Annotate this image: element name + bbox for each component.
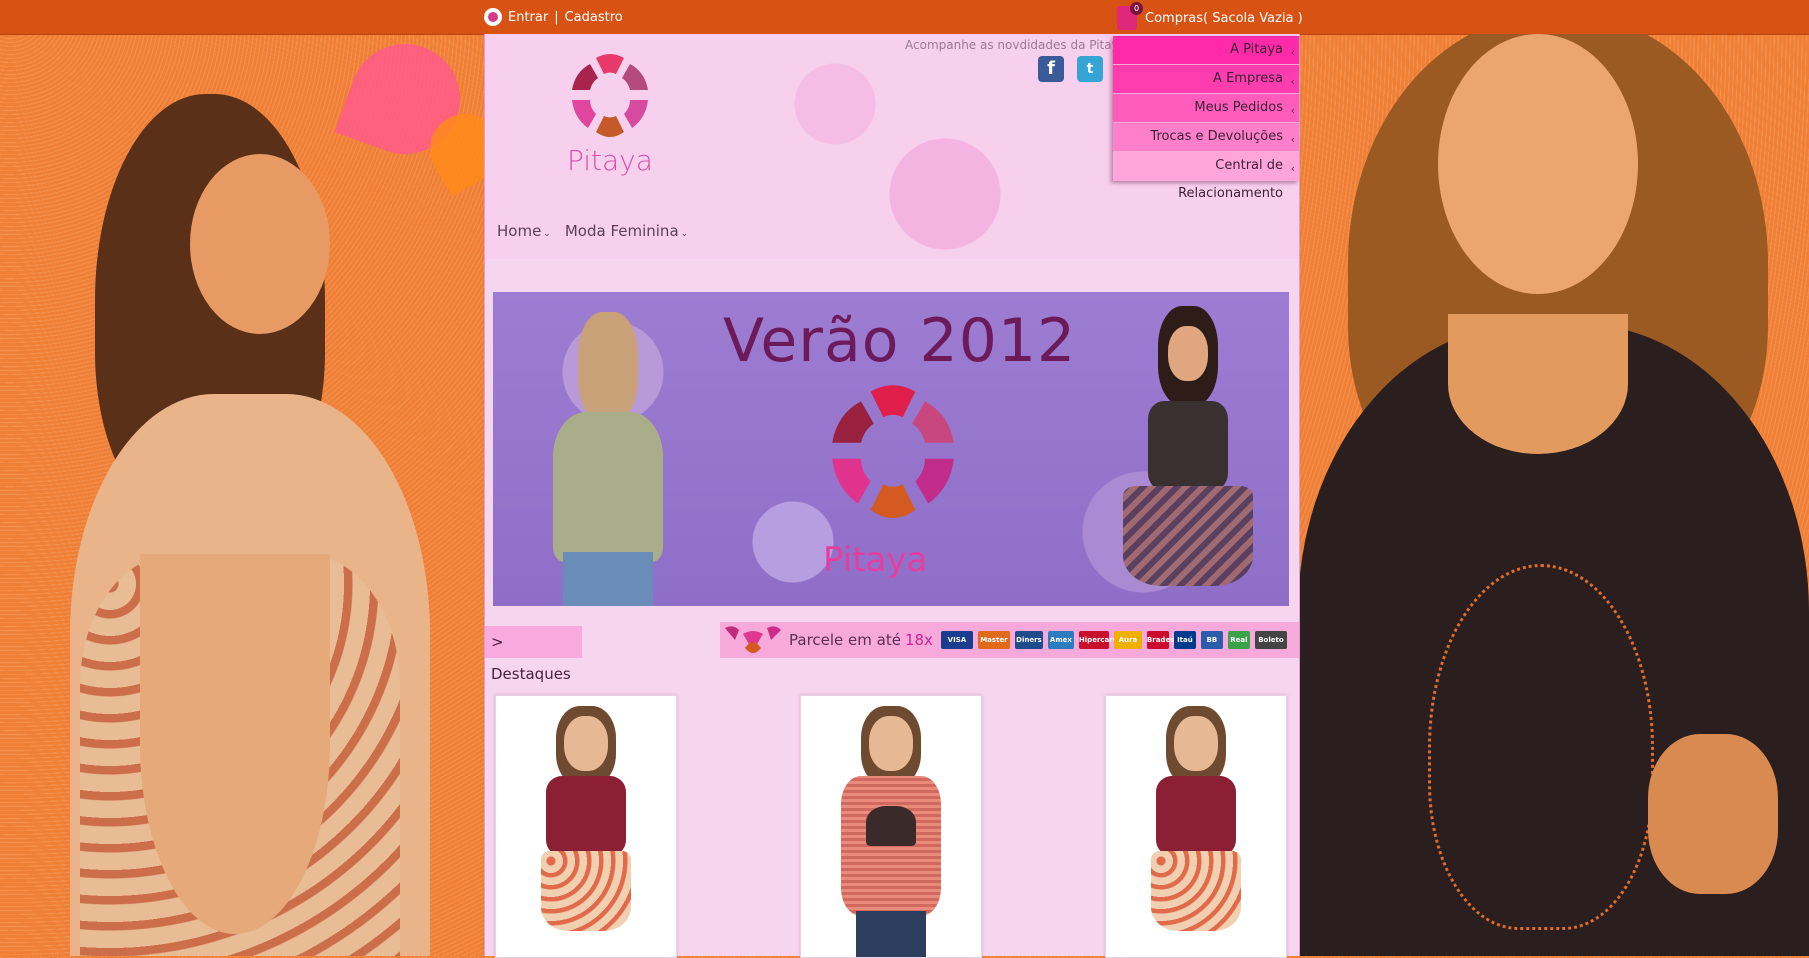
chevron-left-icon: ‹ bbox=[1290, 75, 1295, 88]
cart-label[interactable]: Compras( Sacola Vazia ) bbox=[1145, 11, 1303, 26]
facebook-icon[interactable]: f bbox=[1038, 56, 1064, 82]
main-nav: Home ⌄ Moda Feminina ⌄ bbox=[497, 222, 688, 240]
product-card[interactable] bbox=[495, 695, 677, 958]
main-column: Pitaya Acompanhe as novdidades da Pitaya… bbox=[484, 34, 1300, 958]
right-background-photo bbox=[1298, 34, 1809, 956]
installments-number: 18x bbox=[904, 631, 933, 649]
amex-icon: Amex bbox=[1047, 631, 1074, 649]
mastercard-icon: Master bbox=[977, 631, 1010, 649]
installments-text: Parcele em até bbox=[789, 631, 901, 649]
separator: | bbox=[554, 9, 559, 25]
product-card[interactable] bbox=[800, 695, 982, 958]
menu-item-central-relacionamento[interactable]: Central de Relacionamento ‹ bbox=[1113, 152, 1299, 201]
banner-model-right bbox=[1103, 306, 1273, 606]
aura-icon: Aura bbox=[1113, 631, 1142, 649]
boleto-icon: Boleto bbox=[1254, 631, 1287, 649]
pitaya-mini-logo bbox=[725, 626, 781, 653]
follow-text: Acompanhe as novdidades da Pitaya bbox=[905, 38, 1127, 52]
banner-model-left bbox=[533, 312, 683, 606]
chevron-left-icon: ‹ bbox=[1290, 133, 1295, 146]
chevron-down-icon: ⌄ bbox=[680, 229, 689, 239]
register-link[interactable]: Cadastro bbox=[565, 10, 623, 25]
nav-item-moda-feminina[interactable]: Moda Feminina ⌄ bbox=[565, 222, 688, 240]
itau-icon: Itaú bbox=[1173, 631, 1196, 649]
payment-bar: Parcele em até 18x VISA Master Diners Am… bbox=[720, 622, 1299, 658]
chevron-left-icon: ‹ bbox=[1290, 104, 1295, 117]
left-background-photo bbox=[0, 34, 484, 956]
twitter-icon[interactable]: t bbox=[1077, 56, 1103, 82]
flower-icon bbox=[484, 8, 502, 26]
menu-item-meus-pedidos[interactable]: Meus Pedidos ‹ bbox=[1113, 94, 1299, 123]
chevron-down-icon: ⌄ bbox=[543, 229, 551, 239]
banner-title: Verão 2012 bbox=[723, 306, 1077, 376]
menu-item-trocas-devolucoes[interactable]: Trocas e Devoluções ‹ bbox=[1113, 123, 1299, 152]
bradesco-icon: Bradesco bbox=[1146, 631, 1183, 649]
header: Pitaya Acompanhe as novdidades da Pitaya… bbox=[485, 34, 1299, 259]
hipercard-icon: Hipercard bbox=[1078, 631, 1118, 649]
login-link[interactable]: Entrar bbox=[508, 10, 548, 25]
promo-banner[interactable]: Verão 2012 Pitaya bbox=[493, 292, 1289, 606]
nav-item-home[interactable]: Home ⌄ bbox=[497, 222, 551, 240]
brand-name: Pitaya bbox=[567, 144, 653, 177]
bb-icon: BB bbox=[1200, 631, 1223, 649]
visa-card-icon: VISA bbox=[940, 631, 973, 649]
login-area: Entrar | Cadastro bbox=[484, 8, 623, 26]
menu-item-a-empresa[interactable]: A Empresa ‹ bbox=[1113, 65, 1299, 94]
menu-item-a-pitaya[interactable]: A Pitaya ‹ bbox=[1113, 36, 1299, 65]
shopping-bag-icon[interactable]: 0 bbox=[1117, 2, 1143, 30]
chevron-left-icon: ‹ bbox=[1290, 162, 1295, 175]
chevron-left-icon: ‹ bbox=[1290, 46, 1295, 59]
top-bar: Entrar | Cadastro 0 Compras( Sacola Vazi… bbox=[0, 0, 1809, 35]
banner-logo bbox=[832, 385, 954, 518]
destaques-tab[interactable]: > Destaques bbox=[485, 626, 582, 683]
banner-brand: Pitaya bbox=[823, 540, 928, 580]
product-card[interactable] bbox=[1105, 695, 1287, 958]
real-icon: Real bbox=[1227, 631, 1250, 649]
diners-icon: Diners bbox=[1014, 631, 1043, 649]
cart-count-badge: 0 bbox=[1130, 2, 1143, 15]
cart-area[interactable]: 0 Compras( Sacola Vazia ) bbox=[1117, 2, 1303, 30]
institutional-menu: A Pitaya ‹ A Empresa ‹ Meus Pedidos ‹ Troca… bbox=[1113, 36, 1299, 201]
